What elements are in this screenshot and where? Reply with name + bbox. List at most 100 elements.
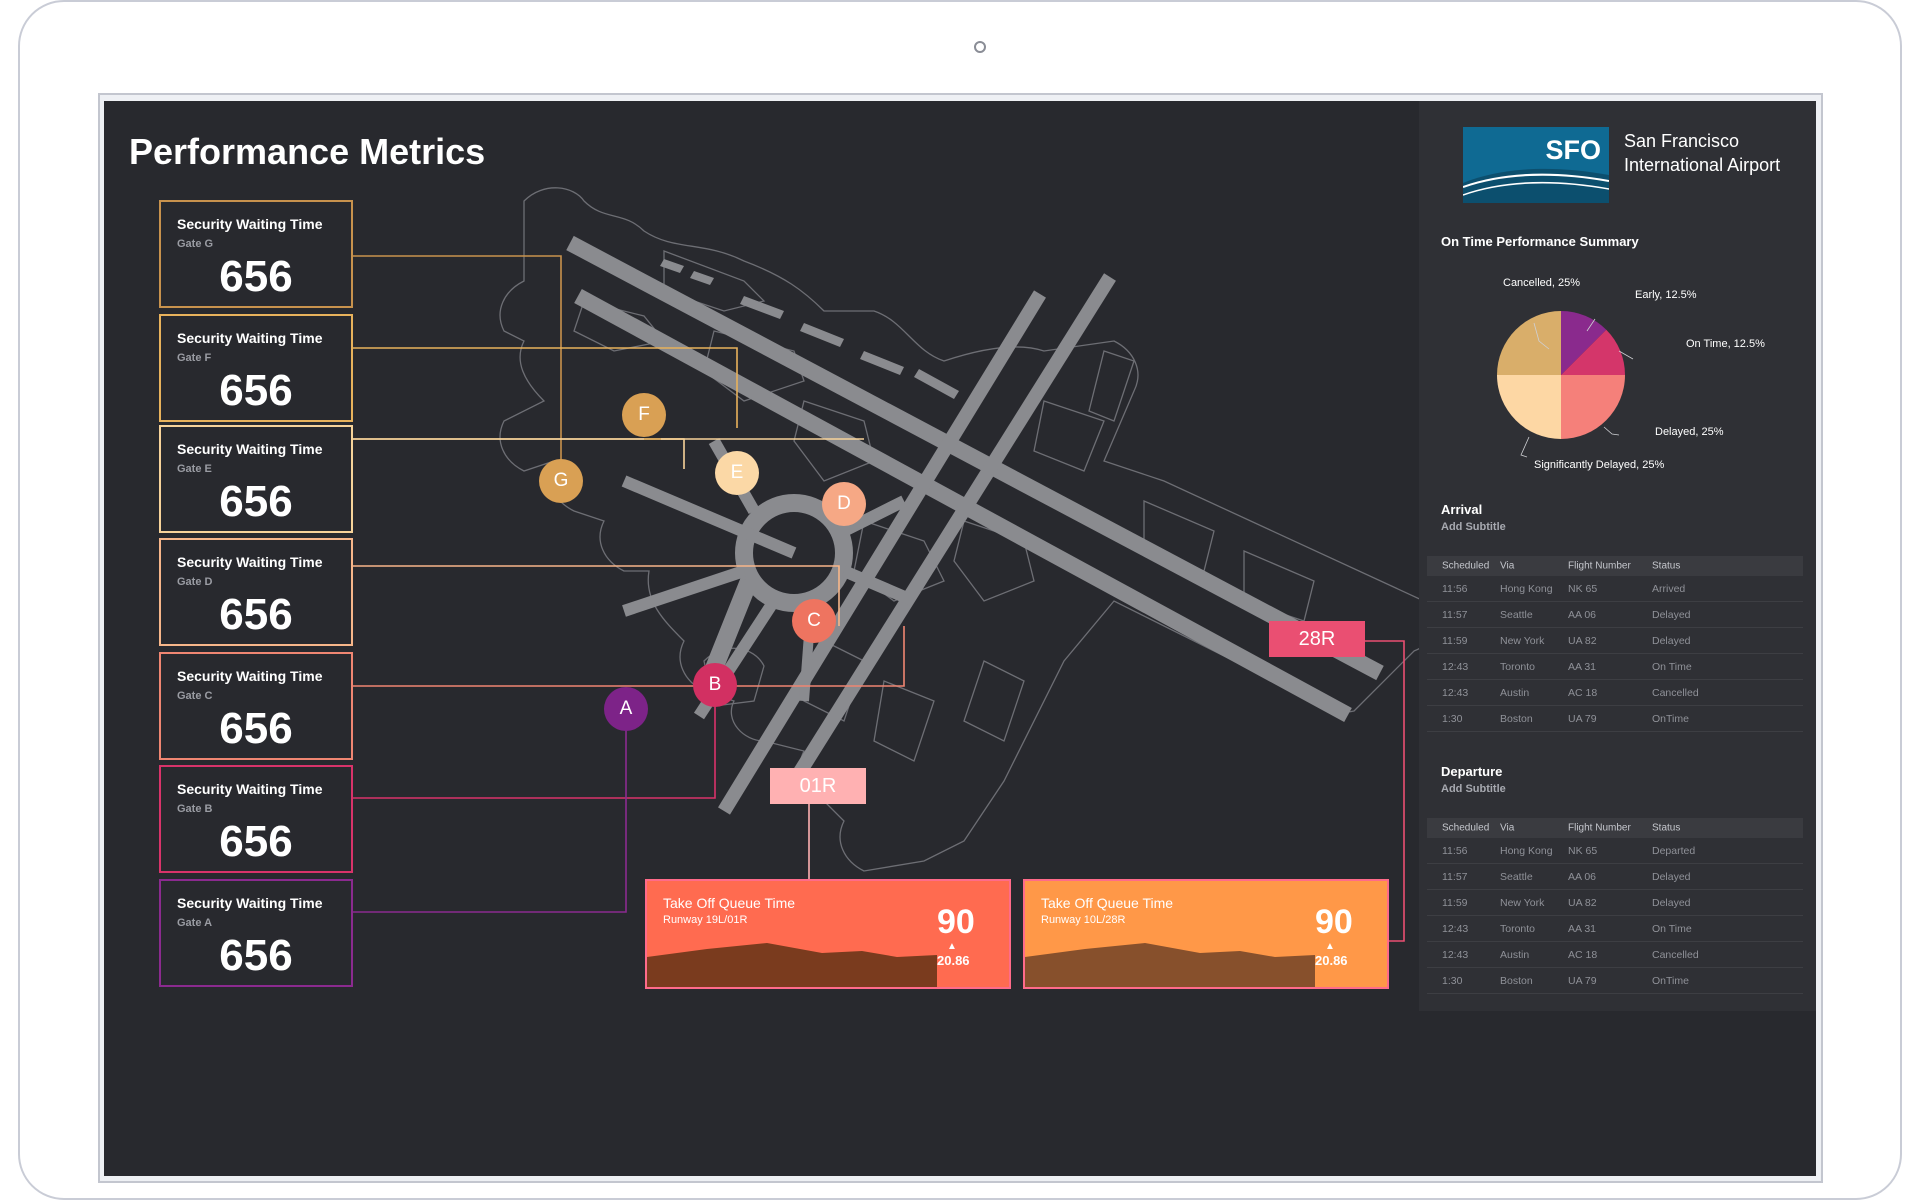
arrival-table: Scheduled Via Flight Number Status 11:56 Hong…	[1427, 556, 1803, 732]
table-cell: NK 65	[1568, 844, 1598, 857]
terminal-ring	[621, 438, 917, 720]
table-cell: OnTime	[1652, 712, 1689, 725]
table-header: Scheduled Via Flight Number Status	[1427, 556, 1803, 576]
security-card-gate-e[interactable]: Security Waiting Time Gate E 656	[159, 425, 353, 533]
arrival-title: Arrival	[1441, 502, 1483, 517]
table-cell: 11:56	[1442, 582, 1468, 595]
card-value: 656	[219, 590, 293, 639]
column-header: Via	[1500, 822, 1515, 834]
pie-label-cancelled: Cancelled, 25%	[1503, 277, 1581, 289]
pie-label-early: Early, 12.5%	[1635, 289, 1697, 301]
table-cell: On Time	[1652, 660, 1692, 673]
table-row[interactable]: 11:57 Seattle AA 06 Delayed	[1427, 864, 1803, 890]
table-cell: AA 31	[1568, 922, 1597, 935]
gate-node-label: E	[730, 462, 744, 483]
gate-node-f[interactable]: F	[622, 393, 666, 437]
table-cell: 12:43	[1442, 922, 1469, 935]
dashboard-screen: Performance Metrics Security Waiting Tim…	[104, 101, 1816, 1176]
card-title: Security Waiting Time	[177, 781, 323, 797]
card-gate: Gate D	[177, 576, 213, 588]
right-panel: SFO San Francisco International Airport …	[1419, 101, 1816, 1011]
card-value: 656	[219, 817, 293, 866]
card-title: Security Waiting Time	[177, 330, 323, 346]
gate-node-c[interactable]: C	[792, 599, 836, 643]
column-header: Status	[1652, 822, 1681, 834]
table-cell: Arrived	[1652, 582, 1686, 595]
table-cell: AC 18	[1568, 948, 1598, 961]
gate-node-b[interactable]: B	[693, 663, 737, 707]
table-row[interactable]: 11:59 New York UA 82 Delayed	[1427, 890, 1803, 916]
table-cell: OnTime	[1652, 974, 1689, 987]
runway-label-28r[interactable]: 28R	[1269, 621, 1365, 657]
table-row[interactable]: 12:43 Austin AC 18 Cancelled	[1427, 680, 1803, 706]
security-card-gate-b[interactable]: Security Waiting Time Gate B 656	[159, 765, 353, 873]
queue-runway: Runway 10L/28R	[1041, 914, 1126, 926]
gate-node-label: F	[638, 404, 650, 425]
gate-node-g[interactable]: G	[539, 459, 583, 503]
page-title: Performance Metrics	[129, 131, 486, 172]
table-cell: Austin	[1500, 686, 1530, 699]
table-row[interactable]: 11:57 Seattle AA 06 Delayed	[1427, 602, 1803, 628]
security-card-gate-g[interactable]: Security Waiting Time Gate G 656	[159, 200, 353, 308]
table-cell: UA 79	[1568, 974, 1597, 987]
table-header: Scheduled Via Flight Number Status	[1427, 818, 1803, 838]
runway-label-text: 01R	[799, 774, 837, 797]
security-card-gate-d[interactable]: Security Waiting Time Gate D 656	[159, 538, 353, 646]
sfo-logo: SFO	[1463, 127, 1609, 203]
gate-node-e[interactable]: E	[715, 451, 759, 495]
gate-node-label: D	[837, 493, 851, 514]
card-gate: Gate B	[177, 803, 213, 815]
pie-slice-delayed[interactable]	[1561, 375, 1625, 439]
card-gate: Gate E	[177, 463, 212, 475]
card-gate: Gate G	[177, 238, 214, 250]
table-cell: AA 06	[1568, 870, 1597, 883]
on-time-pie-chart[interactable]	[1419, 251, 1816, 471]
runway-label-text: 28R	[1298, 627, 1336, 650]
card-value: 656	[219, 704, 293, 753]
table-row[interactable]: 12:43 Austin AC 18 Cancelled	[1427, 942, 1803, 968]
table-row[interactable]: 11:56 Hong Kong NK 65 Departed	[1427, 838, 1803, 864]
table-row[interactable]: 11:59 New York UA 82 Delayed	[1427, 628, 1803, 654]
card-value: 656	[219, 366, 293, 415]
table-row[interactable]: 12:43 Toronto AA 31 On Time	[1427, 654, 1803, 680]
table-cell: AC 18	[1568, 686, 1598, 699]
pie-slice-significantly-delayed[interactable]	[1497, 375, 1561, 439]
pie-slice-cancelled[interactable]	[1497, 311, 1561, 375]
table-cell: 12:43	[1442, 948, 1469, 961]
table-cell: Delayed	[1652, 608, 1691, 621]
card-title: Security Waiting Time	[177, 668, 323, 684]
table-cell: 12:43	[1442, 660, 1469, 673]
column-header: Scheduled	[1442, 560, 1490, 572]
table-row[interactable]: 1:30 Boston UA 79 OnTime	[1427, 706, 1803, 732]
table-cell: 11:59	[1442, 634, 1468, 647]
logo-code: SFO	[1545, 135, 1601, 165]
table-cell: Delayed	[1652, 896, 1691, 909]
table-cell: Cancelled	[1652, 686, 1699, 699]
takeoff-queue-card-19l[interactable]: Take Off Queue Time Runway 19L/01R 90 ▲ …	[645, 879, 1011, 989]
takeoff-queue-card-10l[interactable]: Take Off Queue Time Runway 10L/28R 90 ▲ …	[1023, 879, 1389, 989]
table-cell: AA 31	[1568, 660, 1597, 673]
summary-title: On Time Performance Summary	[1441, 234, 1639, 249]
table-cell: NK 65	[1568, 582, 1598, 595]
terminal-outline	[499, 187, 1437, 872]
security-card-gate-f[interactable]: Security Waiting Time Gate F 656	[159, 314, 353, 422]
table-row[interactable]: 12:43 Toronto AA 31 On Time	[1427, 916, 1803, 942]
table-cell: Boston	[1500, 712, 1533, 725]
queue-runway: Runway 19L/01R	[663, 914, 748, 926]
gate-node-d[interactable]: D	[822, 482, 866, 526]
queue-sparkline	[647, 943, 937, 987]
gate-node-a[interactable]: A	[604, 687, 648, 731]
table-row[interactable]: 11:56 Hong Kong NK 65 Arrived	[1427, 576, 1803, 602]
queue-title: Take Off Queue Time	[1041, 895, 1174, 911]
security-card-gate-c[interactable]: Security Waiting Time Gate C 656	[159, 652, 353, 760]
card-gate: Gate A	[177, 917, 213, 929]
card-title: Security Waiting Time	[177, 895, 323, 911]
departure-subtitle: Add Subtitle	[1441, 783, 1506, 795]
runway-label-01r[interactable]: 01R	[770, 768, 866, 804]
table-cell: 1:30	[1442, 712, 1463, 725]
table-row[interactable]: 1:30 Boston UA 79 OnTime	[1427, 968, 1803, 994]
table-cell: Delayed	[1652, 870, 1691, 883]
column-header: Status	[1652, 560, 1681, 572]
security-card-gate-a[interactable]: Security Waiting Time Gate A 656	[159, 879, 353, 987]
table-cell: Departed	[1652, 844, 1696, 857]
